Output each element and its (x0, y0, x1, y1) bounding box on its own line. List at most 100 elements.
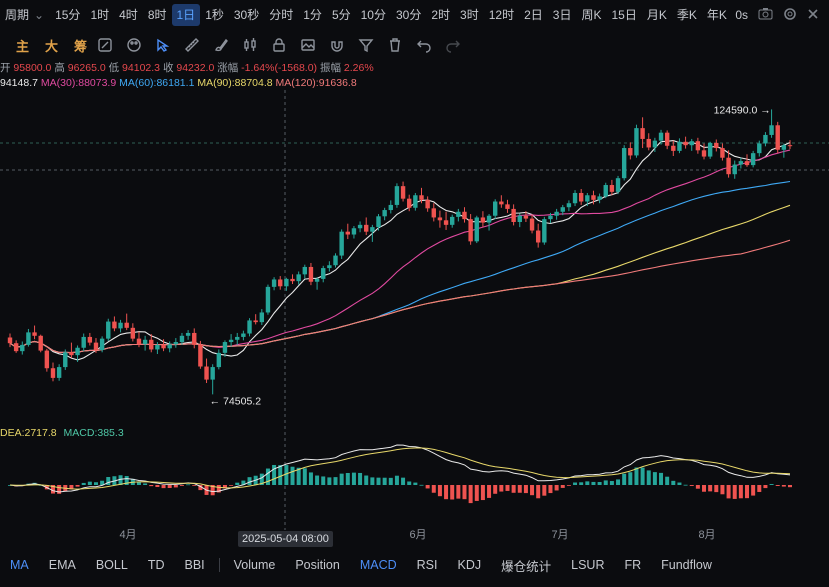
timeframe-15[interactable]: 12时 (484, 4, 519, 26)
timeframe-1[interactable]: 15分 (50, 4, 85, 26)
timeframe-6[interactable]: 1秒 (200, 4, 229, 26)
indicator-ma[interactable]: MA (0, 558, 39, 572)
macd-histogram-bar (763, 485, 768, 489)
candle-body (302, 266, 308, 275)
macd-histogram-bar (302, 468, 307, 485)
candle-body (714, 142, 719, 149)
palette-icon[interactable] (123, 34, 145, 56)
select-cursor-icon[interactable] (152, 34, 174, 56)
gear-icon[interactable] (783, 7, 797, 24)
timeframe-20[interactable]: 月K (642, 4, 672, 26)
candle-body (763, 134, 768, 144)
timeframe-14[interactable]: 3时 (455, 4, 484, 26)
brush-icon[interactable] (210, 34, 232, 56)
chip-distribution-chip[interactable]: 筹 (74, 36, 87, 55)
macd-histogram-bar (511, 485, 516, 493)
candle-style-icon[interactable] (239, 34, 261, 56)
close-icon[interactable] (807, 8, 819, 23)
timeframe-9[interactable]: 1分 (298, 4, 327, 26)
indicator-rsi[interactable]: RSI (407, 558, 448, 572)
candle-body (566, 203, 572, 208)
indicator-volume[interactable]: Volume (224, 558, 286, 572)
candle-body (339, 231, 344, 256)
main-chart-chip[interactable]: 主 (16, 36, 29, 55)
undo-icon[interactable] (413, 34, 435, 56)
candle-body (20, 344, 25, 352)
candle-body (707, 142, 713, 157)
timeframe-17[interactable]: 3日 (548, 4, 577, 26)
edit-icon[interactable] (94, 34, 116, 56)
candle-body (603, 185, 608, 197)
timeframe-12[interactable]: 30分 (391, 4, 426, 26)
candle-body (425, 199, 430, 209)
macd-histogram-bar (370, 477, 375, 485)
macd-histogram-bar (603, 480, 608, 485)
timeframe-2[interactable]: 1时 (85, 4, 114, 26)
timeframe-4[interactable]: 8时 (143, 4, 172, 26)
indicator-macd[interactable]: MACD (350, 558, 407, 572)
candle-body (179, 335, 185, 343)
candle-body (732, 164, 737, 175)
timeframe-10[interactable]: 5分 (327, 4, 356, 26)
image-icon[interactable] (297, 34, 319, 56)
timeframe-0[interactable]: 周期 (0, 4, 34, 26)
timeframe-19[interactable]: 15日 (606, 4, 641, 26)
candle-body (112, 321, 117, 329)
candle-body (13, 343, 19, 352)
indicator-td[interactable]: TD (138, 558, 175, 572)
candle-body (173, 342, 179, 345)
indicator-fr[interactable]: FR (614, 558, 651, 572)
macd-histogram-bar (173, 485, 178, 488)
ruler-icon[interactable] (181, 34, 203, 56)
candle-body (93, 342, 99, 351)
magnet-icon[interactable] (326, 34, 348, 56)
macd-histogram-bar (597, 482, 602, 485)
filter-icon[interactable] (355, 34, 377, 56)
camera-icon[interactable] (758, 7, 773, 23)
redo-icon[interactable] (442, 34, 464, 56)
macd-histogram-bar (265, 468, 270, 485)
candle-body (769, 125, 774, 135)
macd-histogram-bar (702, 485, 707, 492)
timeframe-5[interactable]: 1日 (171, 4, 201, 26)
macd-histogram-bar (640, 467, 645, 485)
indicator-position[interactable]: Position (285, 558, 349, 572)
timeframe-7[interactable]: 30秒 (229, 4, 264, 26)
lock-icon[interactable] (268, 34, 290, 56)
timeframe-13[interactable]: 2时 (426, 4, 455, 26)
candle-body (671, 145, 676, 151)
indicator-ema[interactable]: EMA (39, 558, 86, 572)
trash-icon[interactable] (384, 34, 406, 56)
timeframe-18[interactable]: 周K (576, 4, 606, 26)
indicator-lsur[interactable]: LSUR (561, 558, 614, 572)
candle-body (253, 320, 258, 323)
high-value: 96265.0 (67, 62, 106, 74)
macd-histogram-bar (671, 480, 676, 485)
large-order-chip[interactable]: 大 (45, 36, 58, 55)
macd-histogram-bar (87, 481, 92, 485)
x-axis-label: 6月 (409, 529, 426, 541)
timeframe-22[interactable]: 年K (702, 4, 732, 26)
kline-chart[interactable]: 124590.0 → ← 74505.2 4月 6月 7月 8月 (0, 90, 829, 550)
indicator-liquidation[interactable]: 爆仓统计 (491, 556, 561, 575)
indicator-boll[interactable]: BOLL (86, 558, 138, 572)
timeframe-3[interactable]: 4时 (114, 4, 143, 26)
macd-histogram-bar (788, 485, 792, 488)
timeframe-16[interactable]: 2日 (519, 4, 548, 26)
macd-histogram-bar (659, 472, 664, 485)
change-label: 涨幅 (217, 62, 239, 74)
timeframe-11[interactable]: 10分 (356, 4, 391, 26)
macd-histogram-bar (81, 482, 86, 485)
candle-body (560, 207, 565, 212)
macd-histogram-bar (407, 481, 412, 485)
indicator-bbi[interactable]: BBI (174, 558, 214, 572)
timeframe-21[interactable]: 季K (672, 4, 702, 26)
candle-body (38, 335, 43, 351)
macd-histogram-bar (757, 485, 762, 492)
chevron-down-icon[interactable]: ⌄ (34, 8, 44, 22)
indicator-fundflow[interactable]: Fundflow (651, 558, 722, 572)
macd-histogram-bar (284, 465, 289, 485)
candle-body (443, 220, 449, 225)
indicator-kdj[interactable]: KDJ (447, 558, 491, 572)
timeframe-8[interactable]: 分时 (264, 4, 298, 26)
